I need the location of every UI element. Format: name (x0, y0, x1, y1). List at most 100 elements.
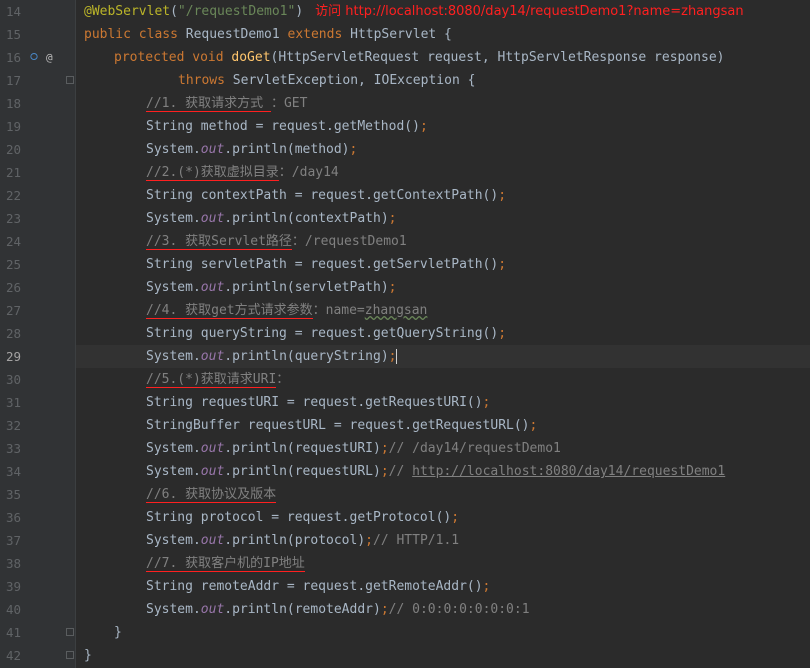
gutter-line: 18 (0, 92, 75, 115)
code-line[interactable]: System.out.println(contextPath); (76, 207, 810, 230)
code-line[interactable]: System.out.println(protocol);// HTTP/1.1 (76, 529, 810, 552)
fold-marker-icon[interactable] (66, 651, 74, 659)
gutter-line: 21 (0, 161, 75, 184)
code-token: //3. 获取Servlet路径 (146, 234, 292, 250)
gutter-line: 32 (0, 414, 75, 437)
code-token: out (200, 602, 225, 617)
code-token: StringBuffer requestURL = request.getReq… (146, 418, 530, 433)
code-line[interactable]: String remoteAddr = request.getRemoteAdd… (76, 575, 810, 598)
fold-marker-icon[interactable] (66, 76, 74, 84)
line-number: 17 (6, 73, 22, 88)
code-token: ： (276, 372, 290, 387)
code-line[interactable]: throws ServletException, IOException { (76, 69, 810, 92)
code-line-content: //6. 获取协议及版本 (146, 483, 277, 506)
code-token: ; (529, 418, 538, 433)
gutter-line: 38 (0, 552, 75, 575)
code-line[interactable]: } (76, 644, 810, 667)
code-token: String requestURI = request.getRequestUR… (146, 395, 483, 410)
code-line[interactable]: public class RequestDemo1 extends HttpSe… (76, 23, 810, 46)
code-line[interactable]: protected void doGet(HttpServletRequest … (76, 46, 810, 69)
code-token: ; (419, 119, 428, 134)
code-editor[interactable]: 14 15 16 ⭘ @17 18 19 20 21 22 23 24 25 26 27 28 29 30 31 32… (0, 0, 810, 668)
code-line-content: } (84, 644, 92, 667)
code-token: ; (482, 579, 491, 594)
code-token: // 0:0:0:0:0:0:0:1 (388, 602, 530, 617)
code-token: //2.(*)获取虚拟目录 (146, 165, 279, 181)
code-line[interactable]: //7. 获取客户机的IP地址 (76, 552, 810, 575)
code-line[interactable]: //6. 获取协议及版本 (76, 483, 810, 506)
gutter-line: 19 (0, 115, 75, 138)
code-line[interactable]: String protocol = request.getProtocol(); (76, 506, 810, 529)
gutter-line: 30 (0, 368, 75, 391)
line-number: 31 (6, 395, 22, 410)
code-line[interactable]: System.out.println(method); (76, 138, 810, 161)
code-line[interactable]: //5.(*)获取请求URI： (76, 368, 810, 391)
line-number: 39 (6, 579, 22, 594)
line-number: 41 (6, 625, 22, 640)
code-token: ：/day14 (278, 165, 339, 180)
code-token: ：GET (270, 96, 308, 111)
code-line[interactable]: } (76, 621, 810, 644)
fold-marker-icon[interactable] (66, 628, 74, 636)
code-area[interactable]: @WebServlet("/requestDemo1") 访问 http://lo… (76, 0, 810, 668)
code-token: String queryString = request.getQueryStr… (146, 326, 499, 341)
code-line[interactable]: System.out.println(remoteAddr);// 0:0:0:… (76, 598, 810, 621)
line-number: 35 (6, 487, 22, 502)
annotation-icon[interactable]: @ (46, 46, 53, 69)
line-number: 28 (6, 326, 22, 341)
line-number: 32 (6, 418, 22, 433)
code-line[interactable]: StringBuffer requestURL = request.getReq… (76, 414, 810, 437)
code-line[interactable]: String queryString = request.getQueryStr… (76, 322, 810, 345)
gutter-line: 40 (0, 598, 75, 621)
code-line-content: throws ServletException, IOException { (178, 69, 475, 92)
code-token: String remoteAddr = request.getRemoteAdd… (146, 579, 483, 594)
gutter-line: 24 (0, 230, 75, 253)
code-line[interactable]: String requestURI = request.getRequestUR… (76, 391, 810, 414)
code-token: .println(protocol) (224, 533, 366, 548)
code-line[interactable]: //4. 获取get方式请求参数：name=zhangsan (76, 299, 810, 322)
code-token: RequestDemo1 (185, 27, 288, 42)
code-token: public class (84, 27, 186, 42)
code-line[interactable]: //2.(*)获取虚拟目录：/day14 (76, 161, 810, 184)
code-line-content: System.out.println(servletPath); (146, 276, 396, 299)
gutter-line: 15 (0, 23, 75, 46)
gutter-line: 20 (0, 138, 75, 161)
code-line-content: String queryString = request.getQueryStr… (146, 322, 506, 345)
code-token: ; (498, 188, 507, 203)
code-token: ; (388, 349, 397, 364)
code-line[interactable]: //3. 获取Servlet路径：/requestDemo1 (76, 230, 810, 253)
gutter-line: 23 (0, 207, 75, 230)
code-line[interactable]: System.out.println(queryString); (76, 345, 810, 368)
code-line[interactable]: //1. 获取请求方式 ：GET (76, 92, 810, 115)
code-token: ; (388, 280, 397, 295)
code-token: extends (287, 27, 351, 42)
text-caret (396, 349, 398, 364)
code-line[interactable]: String method = request.getMethod(); (76, 115, 810, 138)
gutter-line: 37 (0, 529, 75, 552)
code-token: ; (380, 441, 389, 456)
code-line[interactable]: String contextPath = request.getContextP… (76, 184, 810, 207)
gutter-line: 29 (0, 345, 75, 368)
code-line[interactable]: System.out.println(requestURL);// http:/… (76, 460, 810, 483)
code-line-content: //7. 获取客户机的IP地址 (146, 552, 305, 575)
code-token: .println(servletPath) (224, 280, 389, 295)
override-icon[interactable]: ⭘ (30, 46, 38, 69)
code-token: http://localhost:8080/day14/requestDemo1 (412, 464, 726, 479)
code-token: } (84, 648, 92, 663)
code-token: ServletException, IOException { (232, 73, 476, 88)
code-token: // (388, 464, 413, 479)
code-token: System. (146, 211, 201, 226)
line-number: 40 (6, 602, 22, 617)
code-line[interactable]: System.out.println(requestURI);// /day14… (76, 437, 810, 460)
code-token: .println(remoteAddr) (224, 602, 381, 617)
code-line[interactable]: String servletPath = request.getServletP… (76, 253, 810, 276)
code-token: ; (388, 211, 397, 226)
code-line-content: public class RequestDemo1 extends HttpSe… (84, 23, 452, 46)
code-line[interactable]: System.out.println(servletPath); (76, 276, 810, 299)
code-line[interactable]: @WebServlet("/requestDemo1") 访问 http://lo… (76, 0, 810, 23)
line-number: 20 (6, 142, 22, 157)
line-number-gutter: 14 15 16 ⭘ @17 18 19 20 21 22 23 24 25 26 27 28 29 30 31 32… (0, 0, 76, 668)
code-token: out (200, 533, 225, 548)
code-token: String protocol = request.getProtocol() (146, 510, 452, 525)
line-number: 18 (6, 96, 22, 111)
